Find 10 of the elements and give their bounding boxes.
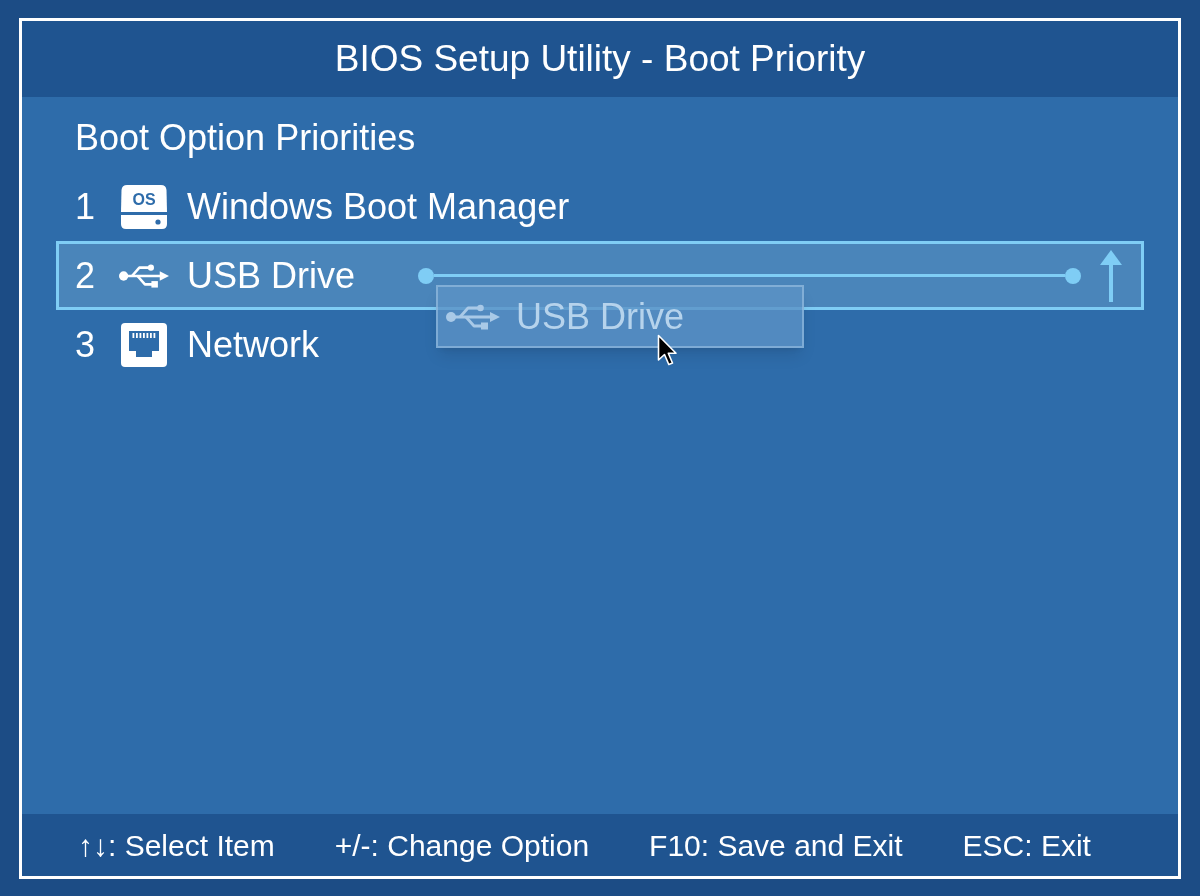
key-hint: ↑↓: Select Item (78, 827, 275, 864)
window-title: BIOS Setup Utility - Boot Priority (334, 37, 866, 82)
section-heading: Boot Option Priorities (75, 117, 416, 158)
mouse-pointer-icon (657, 334, 679, 368)
key-hint: +/-: Change Option (334, 827, 590, 864)
ethernet-port-icon (121, 322, 167, 367)
key-hint: F10: Save and Exit (649, 827, 903, 864)
boot-option[interactable]: 1 OS Windows Boot Manager (56, 172, 577, 241)
key-hint: ESC: Exit (962, 827, 1091, 864)
boot-option[interactable]: 3 Network (56, 310, 327, 379)
